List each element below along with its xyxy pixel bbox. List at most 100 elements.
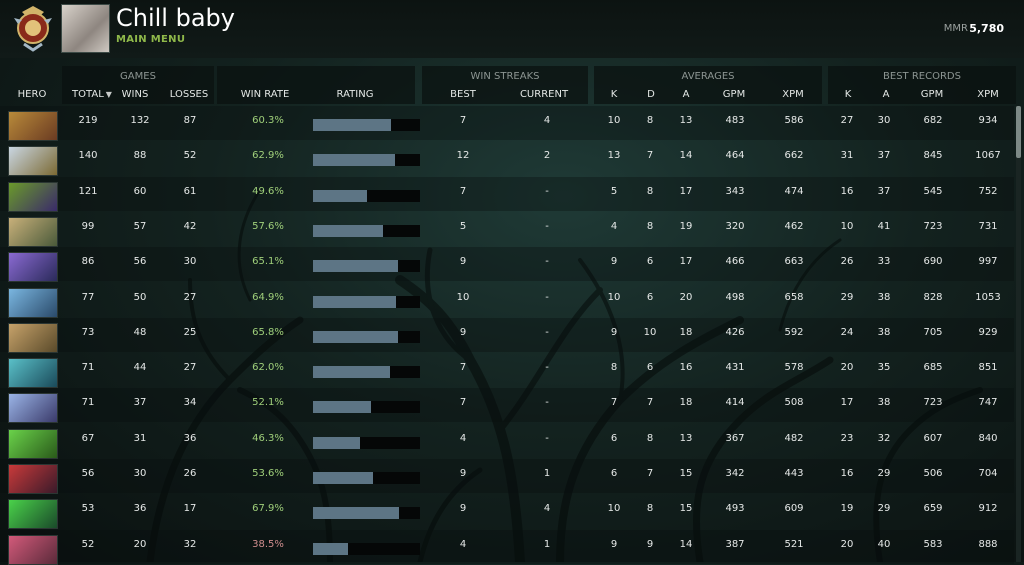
table-row[interactable]: 219 132 87 60.3% 7 4 10 8 13 483 586 27 30 682 934 bbox=[0, 106, 1014, 141]
hero-portrait-icon[interactable] bbox=[8, 358, 58, 389]
main-menu-link[interactable]: MAIN MENU bbox=[116, 34, 185, 45]
hero-portrait-icon[interactable] bbox=[8, 322, 58, 353]
table-row[interactable]: 52 20 32 38.5% 4 1 9 9 14 387 521 20 40 583 888 bbox=[0, 529, 1014, 565]
table-row[interactable]: 53 36 17 67.9% 9 4 10 8 15 493 609 19 29 659 912 bbox=[0, 494, 1014, 530]
column-current-streak[interactable]: CURRENT bbox=[520, 89, 568, 100]
table-row[interactable]: 77 50 27 64.9% 10 - 10 6 20 498 658 29 38 828 1053 bbox=[0, 283, 1014, 318]
cell-k: 10 bbox=[607, 115, 621, 126]
cell-xpm: 609 bbox=[784, 503, 804, 515]
table-row[interactable]: 67 31 36 46.3% 4 - 6 8 13 367 482 23 32 607 840 bbox=[0, 424, 1014, 459]
column-avg-kills[interactable]: K bbox=[611, 89, 618, 100]
hero-portrait-icon[interactable] bbox=[8, 393, 58, 424]
cell-a: 13 bbox=[679, 115, 693, 126]
cell-losses: 26 bbox=[183, 468, 197, 479]
cell-win-rate: 38.5% bbox=[252, 538, 284, 550]
column-best-assists[interactable]: A bbox=[883, 89, 890, 100]
cell-win-rate: 53.6% bbox=[252, 468, 284, 479]
hero-portrait-icon[interactable] bbox=[8, 181, 58, 212]
column-avg-assists[interactable]: A bbox=[683, 89, 690, 100]
cell-losses: 32 bbox=[183, 538, 197, 550]
cell-ra: 35 bbox=[877, 362, 891, 374]
cell-wins: 50 bbox=[133, 291, 147, 303]
cell-wins: 30 bbox=[133, 468, 147, 479]
column-win-rate[interactable]: WIN RATE bbox=[241, 89, 290, 100]
cell-win-rate: 62.0% bbox=[252, 362, 284, 374]
column-rating[interactable]: RATING bbox=[337, 89, 374, 100]
column-total[interactable]: TOTAL ▼ bbox=[72, 89, 112, 100]
cell-current: 4 bbox=[543, 503, 551, 515]
cell-best: 9 bbox=[459, 503, 467, 515]
hero-portrait-icon[interactable] bbox=[8, 499, 58, 530]
rating-bar bbox=[313, 330, 420, 343]
cell-d: 8 bbox=[646, 432, 654, 444]
table-scrollbar[interactable] bbox=[1016, 106, 1021, 562]
cell-win-rate: 52.1% bbox=[252, 397, 284, 409]
column-avg-deaths[interactable]: D bbox=[647, 89, 655, 100]
hero-portrait-icon[interactable] bbox=[8, 146, 58, 177]
column-best-xpm[interactable]: XPM bbox=[977, 89, 999, 100]
table-row[interactable]: 56 30 26 53.6% 9 1 6 7 15 342 443 16 29 506 704 bbox=[0, 459, 1014, 494]
hero-portrait-icon[interactable] bbox=[8, 111, 58, 141]
cell-ra: 29 bbox=[877, 503, 891, 515]
table-row[interactable]: 99 57 42 57.6% 5 - 4 8 19 320 462 10 41 723 731 bbox=[0, 212, 1014, 247]
hero-portrait-icon[interactable] bbox=[8, 287, 58, 318]
cell-ra: 37 bbox=[877, 185, 891, 197]
column-wins[interactable]: WINS bbox=[122, 89, 149, 100]
cell-k: 6 bbox=[610, 468, 618, 479]
cell-rgpm: 723 bbox=[923, 397, 943, 409]
hero-portrait-icon[interactable] bbox=[8, 252, 58, 283]
scrollbar-thumb[interactable] bbox=[1016, 106, 1021, 158]
cell-best: 10 bbox=[456, 291, 470, 303]
hero-portrait-icon[interactable] bbox=[8, 428, 58, 459]
cell-xpm: 474 bbox=[784, 185, 804, 197]
row-background bbox=[0, 459, 1014, 493]
cell-d: 8 bbox=[646, 503, 654, 515]
cell-total: 99 bbox=[81, 220, 95, 232]
cell-d: 6 bbox=[646, 362, 654, 374]
player-avatar[interactable] bbox=[61, 4, 110, 53]
cell-rxpm: 912 bbox=[978, 503, 998, 515]
hero-portrait-icon[interactable] bbox=[8, 534, 58, 565]
cell-a: 19 bbox=[679, 220, 693, 232]
column-avg-gpm[interactable]: GPM bbox=[723, 89, 745, 100]
cell-rk: 17 bbox=[840, 397, 854, 409]
table-row[interactable]: 71 37 34 52.1% 7 - 7 7 18 414 508 17 38 723 747 bbox=[0, 388, 1014, 424]
cell-a: 13 bbox=[679, 432, 693, 444]
column-hero[interactable]: HERO bbox=[18, 89, 47, 100]
cell-win-rate: 65.8% bbox=[252, 326, 284, 338]
cell-losses: 17 bbox=[183, 503, 197, 515]
cell-win-rate: 62.9% bbox=[252, 150, 284, 162]
cell-k: 8 bbox=[610, 362, 618, 374]
cell-wins: 36 bbox=[133, 503, 147, 515]
cell-d: 7 bbox=[646, 468, 654, 479]
table-row[interactable]: 71 44 27 62.0% 7 - 8 6 16 431 578 20 35 685 851 bbox=[0, 353, 1014, 389]
rating-bar-fill bbox=[313, 542, 348, 555]
cell-wins: 44 bbox=[133, 362, 147, 374]
cell-d: 10 bbox=[643, 326, 657, 338]
table-row[interactable]: 140 88 52 62.9% 12 2 13 7 14 464 662 31 37 845 1067 bbox=[0, 141, 1014, 177]
column-best-kills[interactable]: K bbox=[845, 89, 852, 100]
cell-current: - bbox=[545, 185, 549, 197]
table-row[interactable]: 73 48 25 65.8% 9 - 9 10 18 426 592 24 38 705 929 bbox=[0, 317, 1014, 353]
cell-a: 16 bbox=[679, 362, 693, 374]
cell-k: 9 bbox=[610, 256, 618, 268]
cell-xpm: 662 bbox=[784, 150, 804, 162]
column-losses[interactable]: LOSSES bbox=[170, 89, 208, 100]
table-row[interactable]: 86 56 30 65.1% 9 - 9 6 17 466 663 26 33 690 997 bbox=[0, 247, 1014, 283]
player-name: Chill baby bbox=[116, 4, 235, 32]
cell-best: 9 bbox=[459, 468, 467, 479]
cell-best: 7 bbox=[459, 397, 467, 409]
cell-total: 73 bbox=[81, 326, 95, 338]
table-row[interactable]: 121 60 61 49.6% 7 - 5 8 17 343 474 16 37 545 752 bbox=[0, 176, 1014, 212]
rating-bar bbox=[313, 436, 420, 449]
rating-bar bbox=[313, 542, 420, 555]
column-best-streak[interactable]: BEST bbox=[450, 89, 476, 100]
hero-portrait-icon[interactable] bbox=[8, 216, 58, 247]
hero-portrait-icon[interactable] bbox=[8, 464, 58, 494]
cell-current: - bbox=[545, 291, 549, 303]
cell-rgpm: 506 bbox=[923, 468, 943, 479]
cell-current: 4 bbox=[543, 115, 551, 126]
cell-rk: 29 bbox=[840, 291, 854, 303]
column-avg-xpm[interactable]: XPM bbox=[782, 89, 804, 100]
column-best-gpm[interactable]: GPM bbox=[921, 89, 943, 100]
